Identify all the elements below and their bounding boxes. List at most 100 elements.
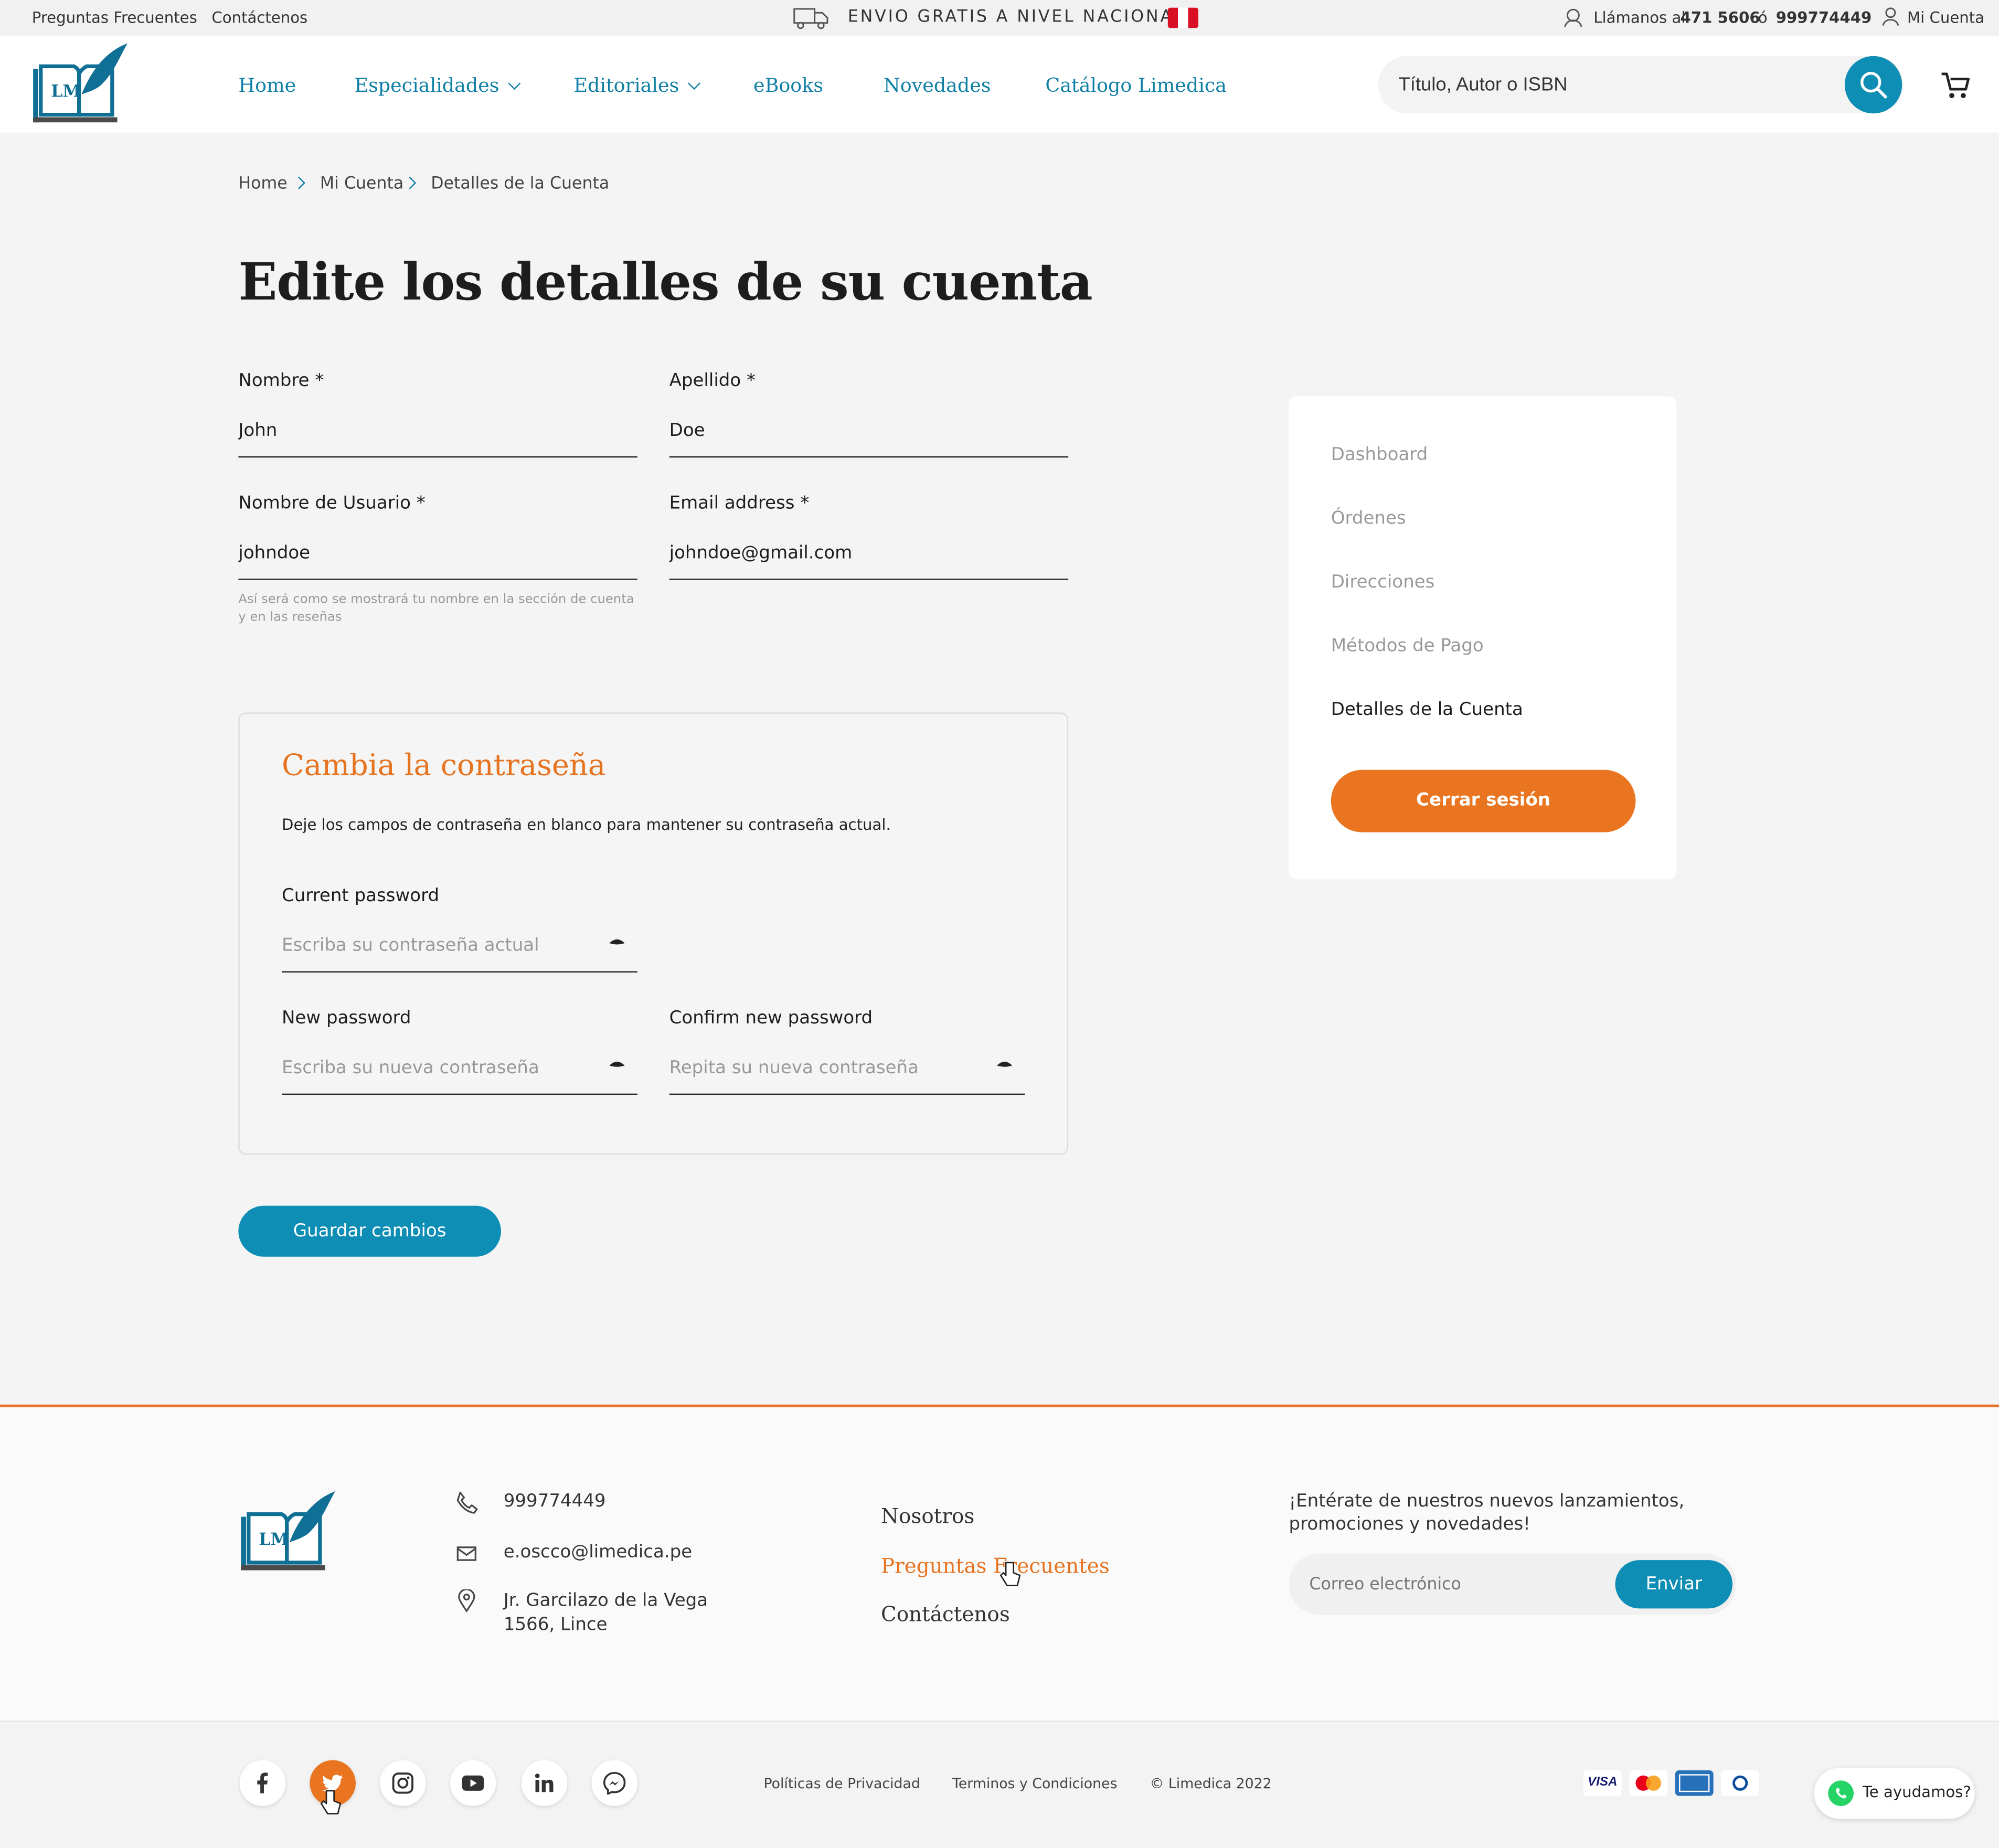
facebook-icon — [257, 1772, 268, 1793]
headset-icon — [1564, 8, 1582, 27]
call-label: Llámanos al — [1593, 9, 1686, 27]
new-password-field[interactable] — [281, 1042, 637, 1095]
breadcrumb-account[interactable]: Mi Cuenta — [320, 175, 403, 194]
instagram-link[interactable] — [380, 1760, 426, 1807]
show-password-eye-icon[interactable] — [608, 937, 626, 948]
facebook-link[interactable] — [239, 1760, 286, 1807]
newsletter-form: Enviar — [1289, 1553, 1737, 1615]
nav-especialidades[interactable]: Especialidades — [354, 74, 520, 97]
topbar-faq-link[interactable]: Preguntas Frecuentes — [32, 9, 197, 27]
sidebar-item-account-details[interactable]: Detalles de la Cuenta — [1331, 700, 1523, 720]
limedica-logo[interactable]: LM — [30, 43, 130, 127]
save-changes-button[interactable]: Guardar cambios — [238, 1205, 501, 1257]
nav-home[interactable]: Home — [238, 74, 296, 97]
username-field[interactable] — [238, 527, 637, 580]
username-label: Nombre de Usuario * — [238, 493, 426, 514]
chevron-down-icon — [687, 77, 700, 90]
footer-logo-text: LM — [259, 1530, 289, 1549]
messenger-icon — [603, 1772, 626, 1795]
youtube-link[interactable] — [450, 1760, 496, 1807]
password-section: Cambia la contraseña Deje los campos de … — [238, 712, 1069, 1155]
linkedin-icon — [535, 1774, 554, 1792]
footer-email[interactable]: e.oscco@limedica.pe — [504, 1542, 692, 1563]
phone-separator: ó — [1758, 9, 1768, 27]
nav-catalogo[interactable]: Catálogo Limedica — [1045, 74, 1227, 97]
first-name-label: Nombre * — [238, 371, 324, 391]
page-title: Edite los detalles de su cuenta — [238, 252, 1092, 313]
messenger-link[interactable] — [591, 1760, 637, 1807]
last-name-field[interactable] — [669, 405, 1069, 458]
password-section-title: Cambia la contraseña — [281, 749, 606, 783]
phone-icon — [456, 1491, 478, 1514]
cart-icon[interactable] — [1939, 70, 1972, 101]
username-hint: Así será como se mostrará tu nombre en l… — [238, 592, 634, 625]
visa-icon: VISA — [1583, 1770, 1622, 1796]
new-password-label: New password — [281, 1008, 411, 1029]
confirm-password-field[interactable] — [669, 1042, 1025, 1095]
chevron-down-icon — [507, 77, 520, 90]
amex-icon — [1675, 1770, 1714, 1796]
phone-number-2[interactable]: 999774449 — [1776, 9, 1872, 27]
newsletter-email-input[interactable] — [1309, 1553, 1603, 1615]
chat-button[interactable]: Te ayudamos? — [1814, 1768, 1975, 1819]
privacy-policy-link[interactable]: Políticas de Privacidad — [763, 1776, 920, 1792]
hand-cursor-icon — [320, 1790, 342, 1814]
topbar-account-link[interactable]: Mi Cuenta — [1907, 9, 1984, 27]
instagram-icon — [392, 1772, 413, 1794]
copyright-text: © Limedica 2022 — [1150, 1775, 1272, 1792]
logo-text: LM — [51, 82, 81, 101]
nav-novedades[interactable]: Novedades — [884, 74, 991, 97]
password-section-description: Deje los campos de contraseña en blanco … — [281, 816, 891, 834]
search-icon — [1860, 72, 1887, 99]
search-button[interactable] — [1844, 56, 1902, 114]
free-shipping-text: ENVIO GRATIS A NIVEL NACIONAL — [847, 7, 1185, 27]
footer-logo[interactable]: LM — [238, 1491, 338, 1575]
top-bar: Preguntas Frecuentes Contáctenos ENVIO G… — [0, 0, 1999, 36]
account-navigation: Dashboard Órdenes Direcciones Métodos de… — [1289, 396, 1677, 880]
sidebar-item-addresses[interactable]: Direcciones — [1331, 572, 1435, 593]
newsletter-text-line1: ¡Entérate de nuestros nuevos lanzamiento… — [1289, 1491, 1685, 1512]
footer-address-line2: 1566, Lince — [503, 1615, 608, 1636]
peru-flag-icon — [1167, 7, 1199, 28]
terms-link[interactable]: Terminos y Condiciones — [952, 1776, 1117, 1792]
email-field[interactable] — [669, 527, 1069, 580]
confirm-password-label: Confirm new password — [669, 1008, 873, 1029]
hand-cursor-icon — [1000, 1562, 1021, 1587]
newsletter-submit-button[interactable]: Enviar — [1615, 1560, 1733, 1609]
chat-button-label: Te ayudamos? — [1862, 1783, 1971, 1801]
newsletter-text-line2: promociones y novedades! — [1289, 1514, 1530, 1535]
whatsapp-icon — [1828, 1780, 1854, 1807]
last-name-label: Apellido * — [669, 371, 756, 391]
search-input[interactable] — [1398, 56, 1820, 114]
mastercard-icon — [1629, 1770, 1668, 1796]
nav-ebooks[interactable]: eBooks — [753, 74, 823, 97]
youtube-icon — [462, 1775, 484, 1791]
sidebar-item-dashboard[interactable]: Dashboard — [1331, 445, 1428, 465]
footer-link-contact[interactable]: Contáctenos — [881, 1602, 1010, 1626]
first-name-field[interactable] — [238, 405, 637, 458]
sidebar-item-orders[interactable]: Órdenes — [1331, 508, 1406, 529]
current-password-field[interactable] — [281, 920, 637, 973]
sidebar-item-payment-methods[interactable]: Métodos de Pago — [1331, 636, 1484, 656]
phone-number-1[interactable]: 471 5606 — [1680, 9, 1760, 27]
show-password-eye-icon[interactable] — [608, 1059, 626, 1071]
breadcrumb-current: Detalles de la Cuenta — [431, 174, 610, 194]
user-icon — [1882, 7, 1899, 26]
search-bar — [1378, 56, 1904, 114]
logout-button[interactable]: Cerrar sesión — [1331, 770, 1636, 832]
nav-editoriales[interactable]: Editoriales — [573, 74, 700, 97]
linkedin-link[interactable] — [521, 1760, 568, 1807]
current-password-label: Current password — [281, 885, 440, 906]
breadcrumb-home[interactable]: Home — [238, 175, 287, 194]
mail-icon — [456, 1546, 476, 1561]
diners-icon — [1721, 1770, 1760, 1796]
footer-link-faq[interactable]: Preguntas Frecuentes — [881, 1554, 1110, 1578]
show-password-eye-icon[interactable] — [996, 1059, 1014, 1071]
location-pin-icon — [458, 1589, 475, 1612]
footer-address-line1: Jr. Garcilazo de la Vega — [503, 1590, 708, 1611]
footer-phone[interactable]: 999774449 — [504, 1491, 606, 1512]
footer-link-nosotros[interactable]: Nosotros — [881, 1504, 974, 1528]
truck-icon — [793, 8, 828, 29]
topbar-contact-link[interactable]: Contáctenos — [211, 9, 307, 27]
chevron-right-icon — [292, 176, 305, 189]
